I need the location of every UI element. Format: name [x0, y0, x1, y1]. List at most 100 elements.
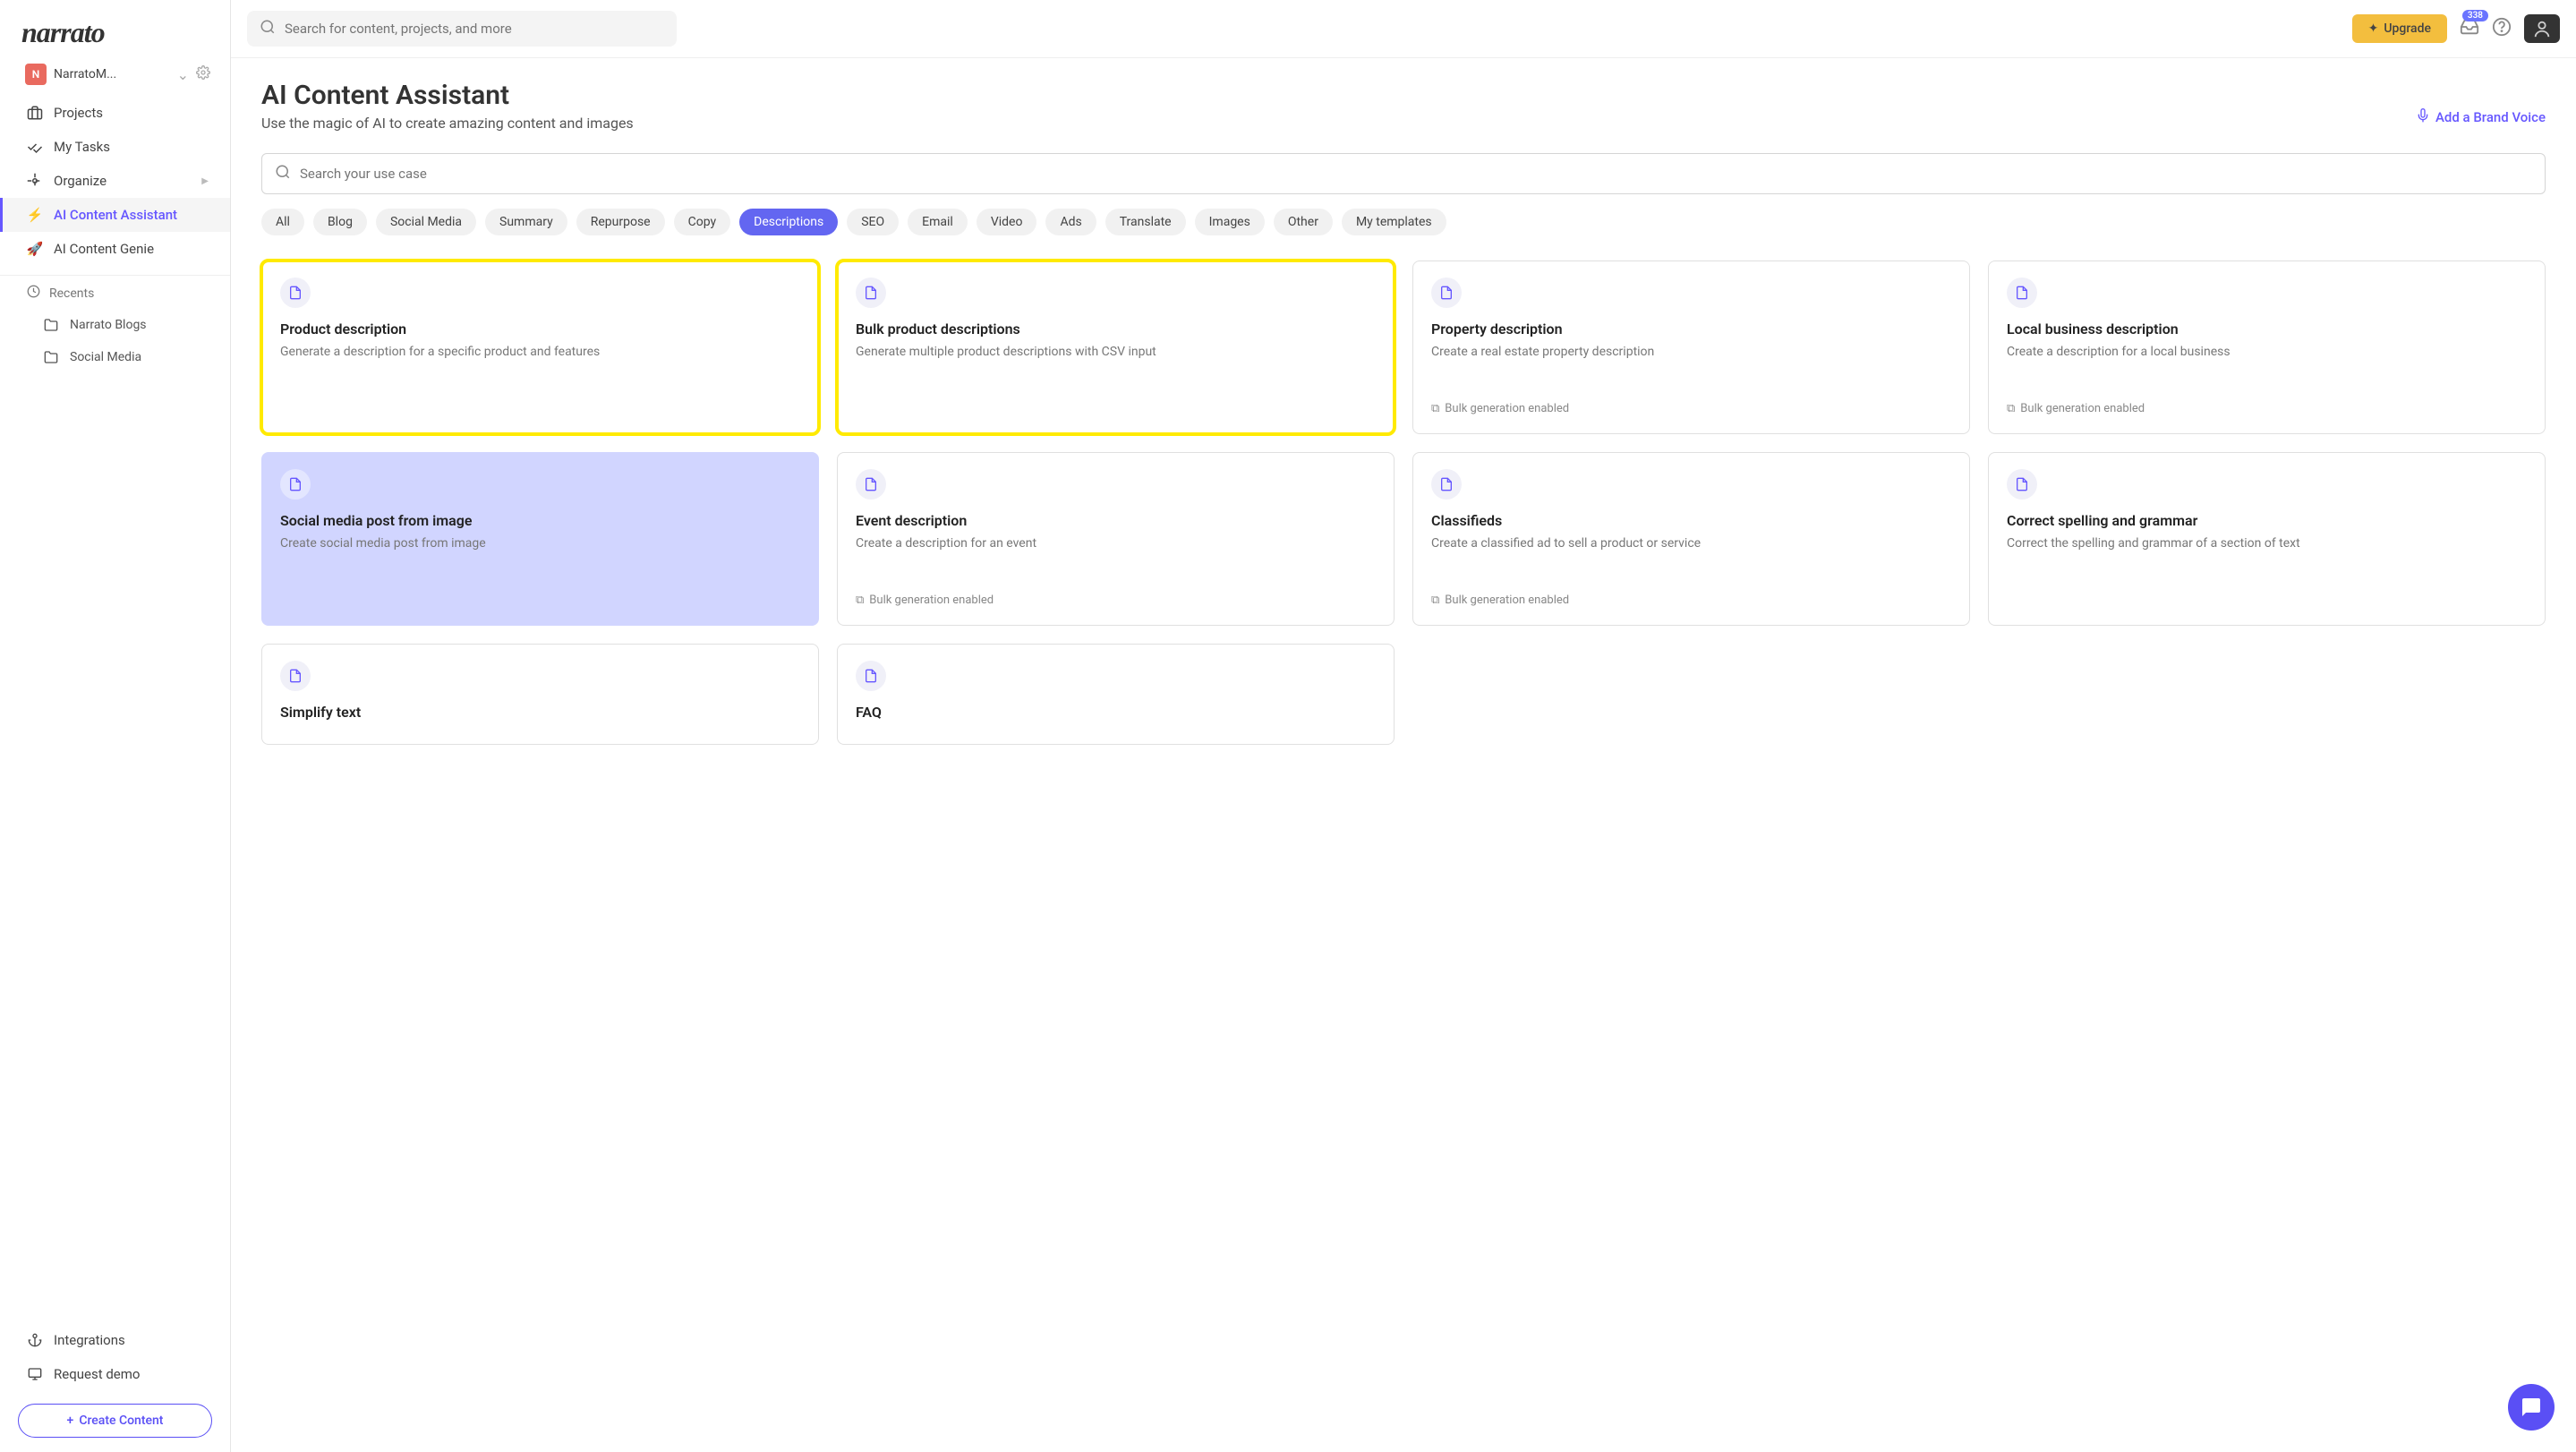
folder-icon: [43, 318, 59, 332]
usecase-search-input[interactable]: [300, 166, 2532, 182]
card-desc: Create a description for a local busines…: [2007, 343, 2527, 361]
recent-label: Social Media: [70, 350, 141, 364]
card-correct-spelling-grammar[interactable]: Correct spelling and grammar Correct the…: [1988, 452, 2546, 626]
copy-icon: ⧉: [2007, 402, 2015, 415]
card-desc: Create a real estate property descriptio…: [1431, 343, 1951, 361]
filter-descriptions[interactable]: Descriptions: [739, 209, 838, 235]
doc-icon: [2007, 469, 2037, 500]
clock-icon: [27, 285, 40, 302]
filter-all[interactable]: All: [261, 209, 304, 235]
gear-icon[interactable]: [196, 65, 210, 83]
logo: narrato: [0, 0, 230, 58]
filter-my-templates[interactable]: My templates: [1342, 209, 1446, 235]
nav-integrations[interactable]: Integrations: [0, 1323, 230, 1357]
card-product-description[interactable]: Product description Generate a descripti…: [261, 261, 819, 434]
topbar: ✦ Upgrade 338: [231, 0, 2576, 58]
create-content-button[interactable]: + Create Content: [18, 1404, 212, 1438]
folder-icon: [43, 350, 59, 364]
bulk-tag: ⧉Bulk generation enabled: [856, 581, 1376, 607]
avatar[interactable]: [2524, 14, 2560, 43]
copy-icon: ⧉: [1431, 402, 1439, 415]
filter-video[interactable]: Video: [977, 209, 1037, 235]
upgrade-button[interactable]: ✦ Upgrade: [2352, 14, 2447, 43]
doc-icon: [280, 661, 311, 691]
doc-icon: [280, 278, 311, 308]
brand-voice-label: Add a Brand Voice: [2435, 109, 2546, 125]
card-local-business-description[interactable]: Local business description Create a desc…: [1988, 261, 2546, 434]
filter-ads[interactable]: Ads: [1045, 209, 1096, 235]
doc-icon: [1431, 469, 1462, 500]
anchor-icon: [27, 1333, 43, 1347]
card-title: Classifieds: [1431, 512, 1951, 529]
chevron-down-icon[interactable]: ⌄: [177, 66, 189, 83]
card-classifieds[interactable]: Classifieds Create a classified ad to se…: [1412, 452, 1970, 626]
add-brand-voice[interactable]: Add a Brand Voice: [2416, 108, 2546, 126]
card-desc: Generate a description for a specific pr…: [280, 343, 800, 361]
nav-label: My Tasks: [54, 139, 110, 155]
template-cards: Product description Generate a descripti…: [261, 261, 2546, 745]
card-simplify-text[interactable]: Simplify text: [261, 644, 819, 745]
card-title: Social media post from image: [280, 512, 800, 529]
doc-icon: [2007, 278, 2037, 308]
mic-icon: [2416, 108, 2430, 126]
filter-blog[interactable]: Blog: [313, 209, 367, 235]
nav-ai-genie[interactable]: 🚀 AI Content Genie: [0, 232, 230, 266]
usecase-search[interactable]: [261, 153, 2546, 194]
card-property-description[interactable]: Property description Create a real estat…: [1412, 261, 1970, 434]
inbox-badge: 338: [2462, 10, 2488, 21]
create-label: Create Content: [79, 1414, 163, 1428]
card-title: Local business description: [2007, 320, 2527, 337]
nav-label: Organize: [54, 173, 107, 189]
global-search[interactable]: [247, 11, 677, 47]
nav-projects[interactable]: Projects: [0, 96, 230, 130]
content-area: AI Content Assistant Use the magic of AI…: [231, 58, 2576, 1452]
nav-request-demo[interactable]: Request demo: [0, 1357, 230, 1391]
bulk-tag: ⧉Bulk generation enabled: [1431, 581, 1951, 607]
card-title: Bulk product descriptions: [856, 320, 1376, 337]
card-desc: Generate multiple product descriptions w…: [856, 343, 1376, 361]
filter-copy[interactable]: Copy: [674, 209, 731, 235]
filter-seo[interactable]: SEO: [847, 209, 899, 235]
filter-social-media[interactable]: Social Media: [376, 209, 476, 235]
doc-icon: [856, 661, 886, 691]
search-icon: [260, 19, 276, 38]
filter-summary[interactable]: Summary: [485, 209, 567, 235]
card-title: Simplify text: [280, 704, 800, 721]
sliders-icon: [27, 173, 43, 189]
nav-organize[interactable]: Organize ▶: [0, 164, 230, 198]
chat-fab[interactable]: [2508, 1384, 2555, 1431]
card-title: Product description: [280, 320, 800, 337]
global-search-input[interactable]: [285, 21, 664, 37]
card-social-media-post-from-image[interactable]: Social media post from image Create soci…: [261, 452, 819, 626]
doc-icon: [856, 469, 886, 500]
recent-label: Narrato Blogs: [70, 318, 147, 332]
doc-icon: [1431, 278, 1462, 308]
main: ✦ Upgrade 338 AI Content Assistant Use t…: [231, 0, 2576, 1452]
bulk-tag: ⧉Bulk generation enabled: [1431, 389, 1951, 415]
filter-email[interactable]: Email: [908, 209, 968, 235]
nav-label: Request demo: [54, 1366, 140, 1382]
card-title: Property description: [1431, 320, 1951, 337]
sidebar: narrato N NarratoM... ⌄ Projects My Task…: [0, 0, 231, 1452]
filter-repurpose[interactable]: Repurpose: [576, 209, 665, 235]
bulk-tag: ⧉Bulk generation enabled: [2007, 389, 2527, 415]
upgrade-label: Upgrade: [2384, 21, 2431, 36]
search-icon: [275, 164, 291, 184]
chevron-right-icon: ▶: [201, 176, 209, 186]
filter-translate[interactable]: Translate: [1105, 209, 1186, 235]
card-title: FAQ: [856, 704, 1376, 721]
card-event-description[interactable]: Event description Create a description f…: [837, 452, 1395, 626]
help-icon[interactable]: [2492, 17, 2512, 40]
nav-label: Integrations: [54, 1332, 125, 1348]
recent-item-narrato-blogs[interactable]: Narrato Blogs: [0, 309, 230, 341]
recent-item-social-media[interactable]: Social Media: [0, 341, 230, 373]
bolt-icon: ⚡: [27, 207, 43, 223]
nav-my-tasks[interactable]: My Tasks: [0, 130, 230, 164]
filter-other[interactable]: Other: [1274, 209, 1333, 235]
card-bulk-product-descriptions[interactable]: Bulk product descriptions Generate multi…: [837, 261, 1395, 434]
workspace-switcher[interactable]: N NarratoM... ⌄: [0, 58, 230, 96]
nav-ai-assistant[interactable]: ⚡ AI Content Assistant: [0, 198, 230, 232]
card-faq[interactable]: FAQ: [837, 644, 1395, 745]
filter-images[interactable]: Images: [1195, 209, 1265, 235]
inbox-icon[interactable]: 338: [2460, 17, 2479, 40]
